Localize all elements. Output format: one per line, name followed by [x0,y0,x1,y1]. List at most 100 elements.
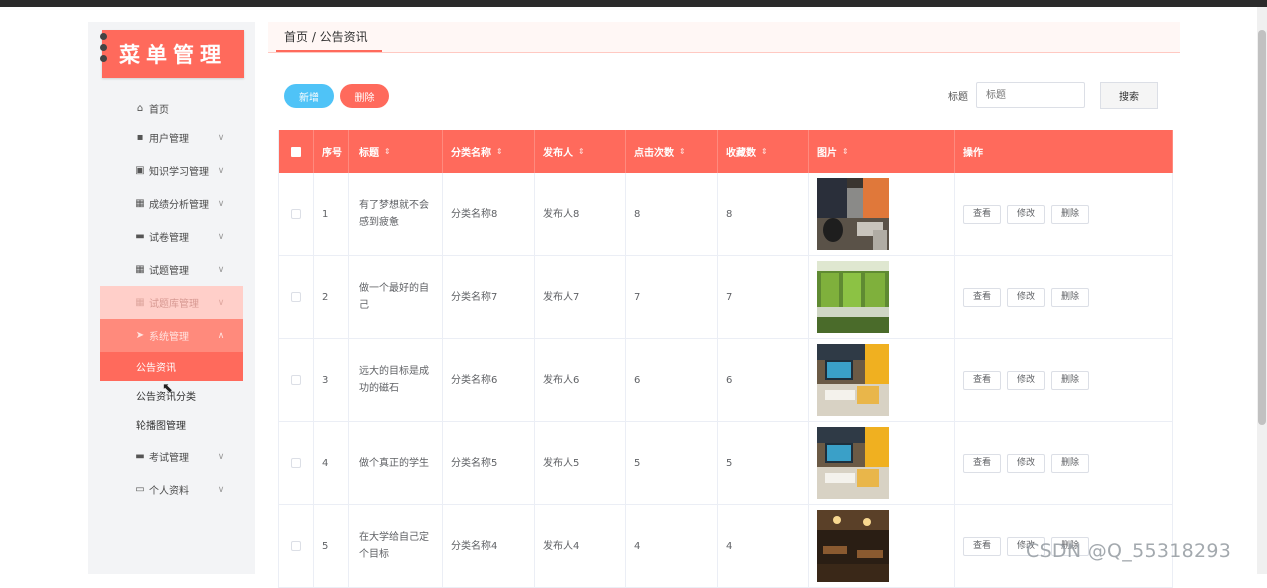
delete-row-button[interactable]: 删除 [1051,287,1090,307]
row-category: 分类名称7 [443,256,535,338]
view-button[interactable]: 查看 [963,536,1002,556]
column-header-label: 图片 [817,148,837,159]
row-index: 5 [314,505,349,587]
column-header[interactable]: 图片 ⇕ [809,130,955,173]
sidebar-item-3[interactable]: ▣ 知识学习管理 ∨ [100,154,243,187]
sidebar-item-7[interactable]: ▦ 试题库管理 ∨ [100,286,243,319]
book-icon: ▣ [135,165,145,176]
row-favorites: 5 [718,422,809,504]
sidebar-bottom-item-2[interactable]: ▭ 个人资料 ∨ [100,473,243,506]
column-header-label: 发布人 [543,148,573,159]
delete-row-button[interactable]: 删除 [1051,453,1090,473]
sort-icon[interactable]: ⇕ [496,147,503,156]
row-checkbox[interactable] [291,375,301,385]
page-scrollbar-thumb[interactable] [1258,30,1266,425]
study-room-photo [817,178,889,250]
user-icon: ▪ [136,132,144,143]
edit-button[interactable]: 修改 [1007,370,1046,390]
row-image-cell [809,339,955,421]
row-select-cell [279,173,314,255]
table-body: 1 有了梦想就不会感到疲惫 分类名称8 发布人8 8 8 查看 修改 删除 2 做一个最好的自己 分类… [279,173,1173,588]
select-all-checkbox[interactable] [291,146,301,157]
delete-row-button[interactable]: 删除 [1051,204,1090,224]
column-header[interactable]: 分类名称 ⇕ [443,130,535,173]
sidebar-item-label: 成绩分析管理 [149,200,209,211]
edit-button[interactable]: 修改 [1007,204,1046,224]
edit-button[interactable]: 修改 [1007,453,1046,473]
app-logo-text: 菜单管理 [119,42,227,67]
row-favorites: 6 [718,339,809,421]
row-checkbox[interactable] [291,541,301,551]
column-header-label: 序号 [322,148,342,159]
sort-icon[interactable]: ⇕ [842,147,849,156]
sidebar-item-2[interactable]: ▪ 用户管理 ∨ [100,121,243,154]
breadcrumb-active-underline [276,50,382,52]
sort-icon[interactable]: ⇕ [761,147,768,156]
search-button[interactable]: 搜索 [1100,82,1158,109]
sidebar-item-label: 知识学习管理 [149,167,209,178]
column-header[interactable]: 标题 ⇕ [349,130,443,173]
search-input[interactable] [976,82,1085,108]
green-desks-photo [817,261,889,333]
column-header-label: 收藏数 [726,148,756,159]
row-publisher: 发布人6 [535,339,626,421]
paper-icon: ▬ [135,231,145,242]
edit-button[interactable]: 修改 [1007,287,1046,307]
desk-monitor-photo [817,344,889,416]
row-favorites: 8 [718,173,809,255]
view-button[interactable]: 查看 [963,453,1002,473]
column-header: 序号 [314,130,349,173]
row-select-cell [279,256,314,338]
add-button[interactable]: 新增 [284,84,334,108]
row-index: 4 [314,422,349,504]
row-title: 在大学给自己定个目标 [349,505,443,587]
row-clicks: 7 [626,256,718,338]
row-category: 分类名称5 [443,422,535,504]
column-header[interactable]: 发布人 ⇕ [535,130,626,173]
sidebar-item-5[interactable]: ▬ 试卷管理 ∨ [100,220,243,253]
table-header: 序号 标题 ⇕ 分类名称 ⇕ 发布人 ⇕ 点击次数 ⇕ 收藏数 ⇕ 图片 ⇕ 操作 [279,130,1173,173]
row-checkbox[interactable] [291,458,301,468]
sidebar-item-4[interactable]: ▦ 成绩分析管理 ∨ [100,187,243,220]
row-checkbox[interactable] [291,292,301,302]
row-image-cell [809,256,955,338]
sidebar-item-6[interactable]: ▦ 试题管理 ∨ [100,253,243,286]
chevron-icon: ∨ [217,132,225,143]
column-header[interactable]: 收藏数 ⇕ [718,130,809,173]
profile-icon: ▭ [135,484,145,495]
sidebar-subitem-3[interactable]: 轮播图管理 [100,410,243,439]
sort-icon[interactable]: ⇕ [384,147,391,156]
row-publisher: 发布人7 [535,256,626,338]
sidebar-item-8[interactable]: ➤ 系统管理 ∧ [100,319,243,352]
row-category: 分类名称6 [443,339,535,421]
sidebar-item-label: 试卷管理 [149,233,189,244]
sort-icon[interactable]: ⇕ [578,147,585,156]
delete-button[interactable]: 删除 [340,84,389,108]
row-favorites: 4 [718,505,809,587]
cafe-photo [817,510,889,582]
row-clicks: 5 [626,422,718,504]
column-header[interactable]: 点击次数 ⇕ [626,130,718,173]
sidebar-subitem-1[interactable]: 公告资讯 [100,352,243,381]
desk-monitor-photo [817,427,889,499]
row-favorites: 7 [718,256,809,338]
view-button[interactable]: 查看 [963,370,1002,390]
row-image-cell [809,173,955,255]
sidebar-bottom-item-1[interactable]: ▬ 考试管理 ∨ [100,440,243,473]
paper-icon: ▬ [135,451,145,462]
sidebar-item-label: 试题管理 [149,266,189,277]
row-checkbox[interactable] [291,209,301,219]
sidebar-item-label: 系统管理 [149,332,189,343]
sidebar-item-label: 用户管理 [149,134,189,145]
view-button[interactable]: 查看 [963,287,1002,307]
sort-icon[interactable]: ⇕ [679,147,686,156]
view-button[interactable]: 查看 [963,204,1002,224]
watermark: CSDN @Q_55318293 [1026,540,1232,562]
window-top-bar [0,0,1267,7]
chevron-icon: ∨ [217,484,225,495]
table-row: 2 做一个最好的自己 分类名称7 发布人7 7 7 查看 修改 删除 [279,256,1173,339]
row-index: 3 [314,339,349,421]
delete-row-button[interactable]: 删除 [1051,370,1090,390]
column-header-label: 分类名称 [451,148,491,159]
row-clicks: 4 [626,505,718,587]
